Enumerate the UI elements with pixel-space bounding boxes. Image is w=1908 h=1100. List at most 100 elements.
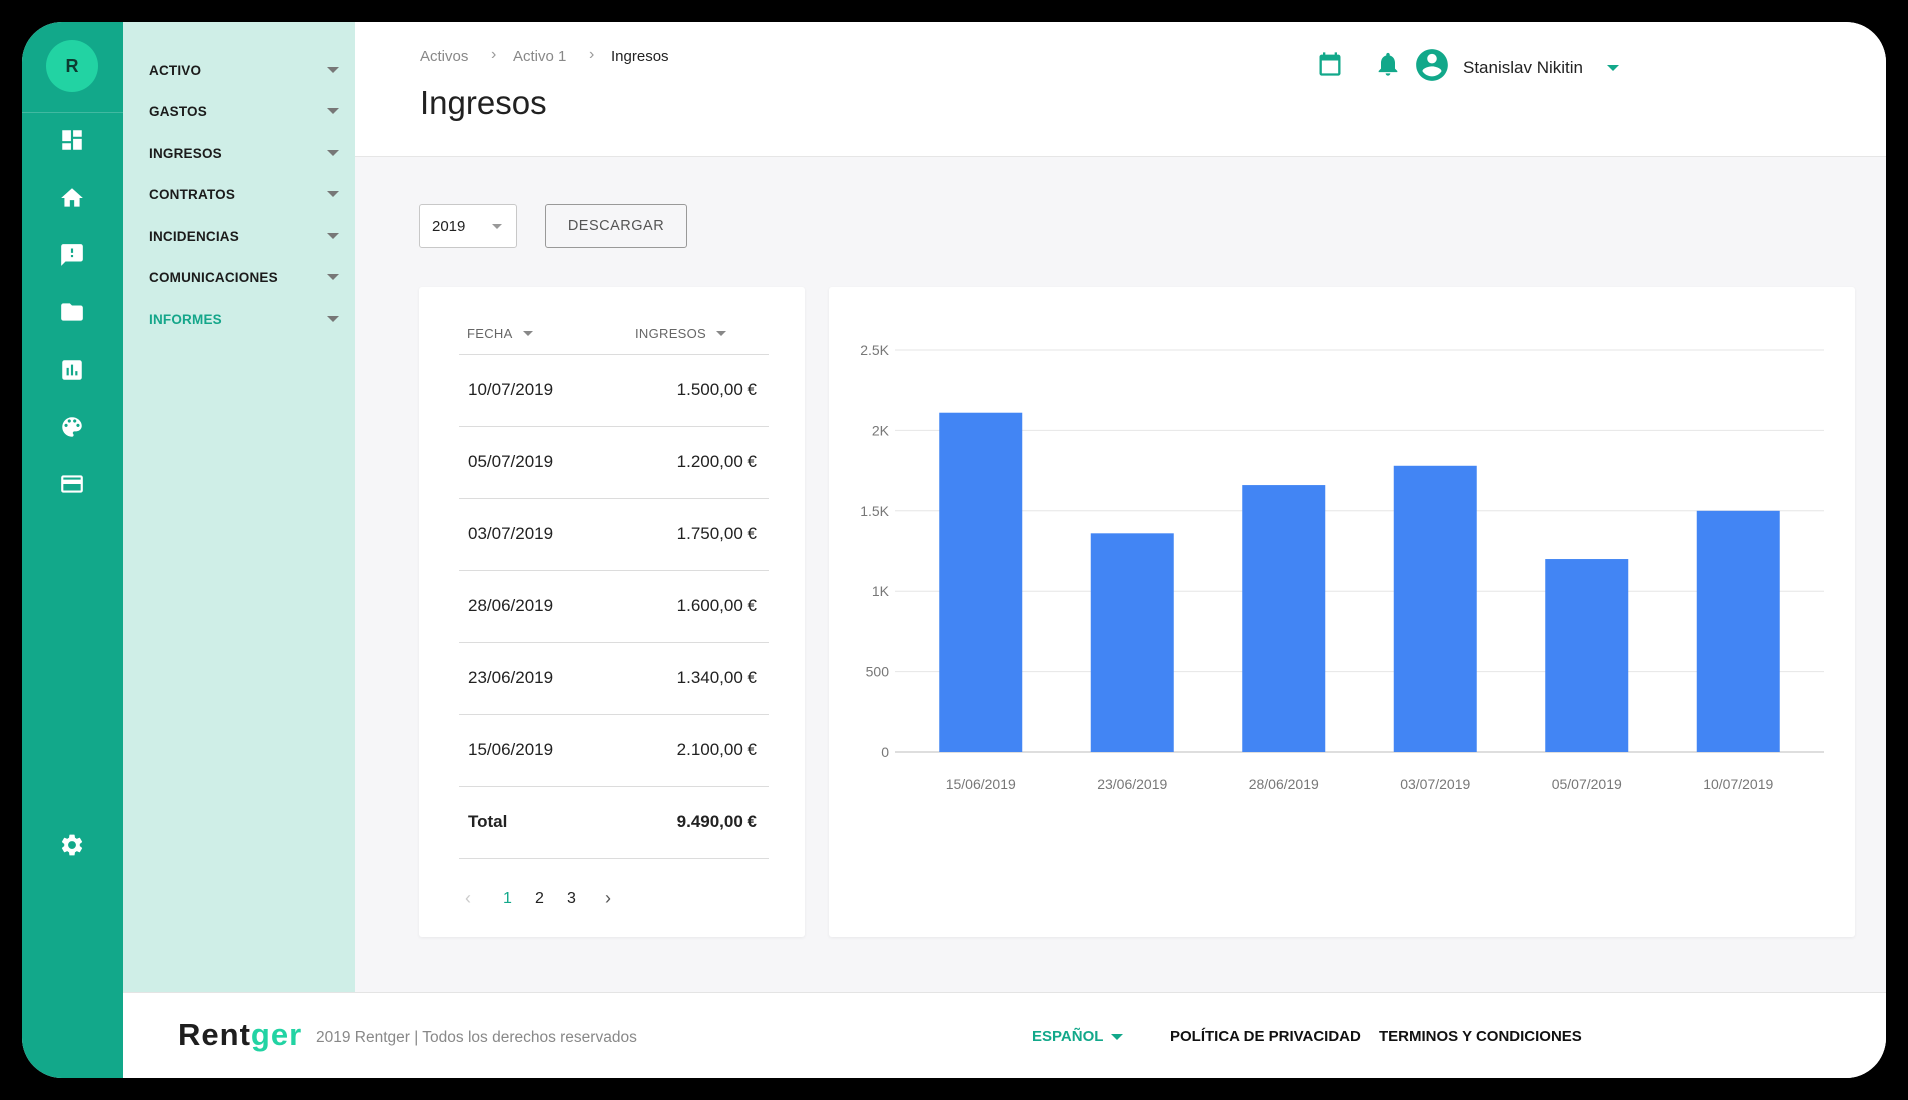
section-menu: ACTIVO GASTOS INGRESOS CONTRATOS INCIDEN… (123, 22, 355, 992)
language-select[interactable]: ESPAÑOL (1032, 1028, 1124, 1045)
pagination-next-icon[interactable]: › (605, 888, 611, 909)
breadcrumb-activo-1[interactable]: Activo 1 (513, 48, 566, 65)
menu-item-label: INFORMES (149, 311, 222, 327)
y-tick-label: 2.5K (860, 342, 889, 358)
chart-bar[interactable] (1393, 465, 1477, 752)
x-tick-label: 10/07/2019 (1703, 776, 1773, 792)
download-button[interactable]: DESCARGAR (545, 204, 687, 248)
main-content: 2019 DESCARGAR FECHA INGRESOS 10/07/2019… (355, 157, 1886, 992)
notifications-bell-icon[interactable] (1373, 49, 1403, 79)
user-avatar-icon[interactable] (1413, 46, 1451, 84)
pagination-page-3[interactable]: 3 (567, 890, 576, 908)
folder-icon[interactable] (48, 288, 96, 336)
menu-item-gastos[interactable]: GASTOS (149, 99, 339, 123)
menu-item-label: INGRESOS (149, 145, 222, 161)
icon-rail: R (22, 22, 123, 1078)
menu-item-label: CONTRATOS (149, 186, 236, 202)
row-date: 10/07/2019 (468, 380, 554, 399)
chevron-down-icon (327, 274, 339, 280)
row-date: 05/07/2019 (468, 452, 554, 471)
page-header: Activos › Activo 1 › Ingresos Ingresos S… (355, 22, 1886, 157)
chart-bar[interactable] (1090, 533, 1174, 752)
chevron-down-icon (327, 108, 339, 114)
chevron-down-icon (327, 316, 339, 322)
row-date: 15/06/2019 (468, 740, 554, 759)
row-amount: 1.600,00 € (676, 596, 757, 615)
menu-item-label: COMUNICACIONES (149, 269, 278, 285)
income-bar-chart: 0 500 1K 1.5K 2K 2.5K 15/06/2019 23/06/2019 28/0… (860, 342, 1824, 792)
app-window: R ACTIVO GASTOS INGRESOS CONTRATOS INCID… (22, 22, 1886, 1078)
calendar-icon[interactable] (1315, 49, 1345, 79)
sort-icon (716, 331, 727, 336)
menu-item-label: GASTOS (149, 103, 207, 119)
chart-bar[interactable] (1696, 510, 1780, 752)
row-date: 28/06/2019 (468, 596, 554, 615)
menu-item-label: ACTIVO (149, 62, 202, 78)
chevron-down-icon (327, 191, 339, 197)
menu-item-ingresos[interactable]: INGRESOS (149, 141, 339, 165)
user-menu-chevron-icon[interactable] (1607, 65, 1619, 71)
palette-icon[interactable] (48, 403, 96, 451)
chevron-down-icon (1111, 1033, 1124, 1040)
row-date: 23/06/2019 (468, 668, 554, 687)
column-header-ingresos[interactable]: INGRESOS (635, 326, 727, 341)
year-select-value: 2019 (432, 217, 466, 235)
x-tick-label: 28/06/2019 (1249, 776, 1319, 792)
row-amount: 1.340,00 € (676, 668, 757, 687)
x-tick-label: 05/07/2019 (1552, 776, 1622, 792)
page-title: Ingresos (420, 84, 547, 121)
bar-chart-icon[interactable] (48, 346, 96, 394)
y-tick-label: 0 (881, 744, 889, 760)
breadcrumb-separator-icon: › (491, 46, 497, 63)
org-avatar[interactable]: R (46, 40, 98, 92)
dashboard-icon[interactable] (48, 116, 96, 164)
page-footer: Rentger 2019 Rentger | Todos los derecho… (123, 992, 1886, 1078)
breadcrumb-current: Ingresos (611, 48, 669, 65)
chevron-down-icon (327, 150, 339, 156)
privacy-policy-link[interactable]: POLÍTICA DE PRIVACIDAD (1170, 1028, 1361, 1045)
menu-item-contratos[interactable]: CONTRATOS (149, 182, 339, 206)
pagination-page-1[interactable]: 1 (503, 890, 512, 908)
home-icon[interactable] (48, 174, 96, 222)
row-amount: 1.200,00 € (676, 452, 757, 471)
row-date: 03/07/2019 (468, 524, 554, 543)
menu-item-informes[interactable]: INFORMES (149, 307, 339, 331)
y-tick-label: 500 (866, 664, 890, 680)
brand-accent: ger (250, 1017, 303, 1052)
table-row: 28/06/2019 1.600,00 € (459, 570, 769, 642)
table-row: 05/07/2019 1.200,00 € (459, 426, 769, 498)
feedback-icon[interactable] (48, 231, 96, 279)
credit-card-icon[interactable] (48, 460, 96, 508)
table-total-row: Total 9.490,00 € (459, 786, 769, 859)
menu-item-activo[interactable]: ACTIVO (149, 58, 339, 82)
chart-bar[interactable] (1545, 559, 1629, 752)
row-amount: 1.500,00 € (676, 380, 757, 399)
menu-item-comunicaciones[interactable]: COMUNICACIONES (149, 265, 339, 289)
chevron-down-icon (327, 67, 339, 73)
total-amount: 9.490,00 € (676, 812, 757, 831)
copyright-text: 2019 Rentger | Todos los derechos reserv… (316, 1029, 637, 1046)
settings-icon[interactable] (48, 821, 96, 869)
rail-divider (22, 112, 123, 113)
x-tick-label: 23/06/2019 (1097, 776, 1167, 792)
chevron-down-icon (492, 223, 502, 229)
breadcrumb-separator-icon: › (589, 46, 595, 63)
table-row: 03/07/2019 1.750,00 € (459, 498, 769, 570)
breadcrumb-activos[interactable]: Activos (420, 48, 468, 65)
column-header-label: INGRESOS (635, 326, 707, 341)
year-select[interactable]: 2019 (419, 204, 517, 248)
row-amount: 1.750,00 € (676, 524, 757, 543)
menu-item-incidencias[interactable]: INCIDENCIAS (149, 224, 339, 248)
pagination-page-2[interactable]: 2 (535, 890, 544, 908)
chart-bar[interactable] (1242, 485, 1326, 752)
y-tick-label: 1.5K (860, 503, 889, 519)
pagination-prev-icon[interactable]: ‹ (465, 888, 471, 909)
terms-link[interactable]: TERMINOS Y CONDICIONES (1379, 1028, 1582, 1045)
income-table-card: FECHA INGRESOS 10/07/2019 1.500,00 € 05/… (419, 287, 805, 937)
chevron-down-icon (327, 233, 339, 239)
column-header-fecha[interactable]: FECHA (467, 326, 533, 341)
user-name[interactable]: Stanislav Nikitin (1463, 58, 1583, 78)
y-tick-label: 2K (872, 422, 890, 438)
y-tick-label: 1K (872, 583, 890, 599)
chart-bar[interactable] (939, 412, 1023, 752)
